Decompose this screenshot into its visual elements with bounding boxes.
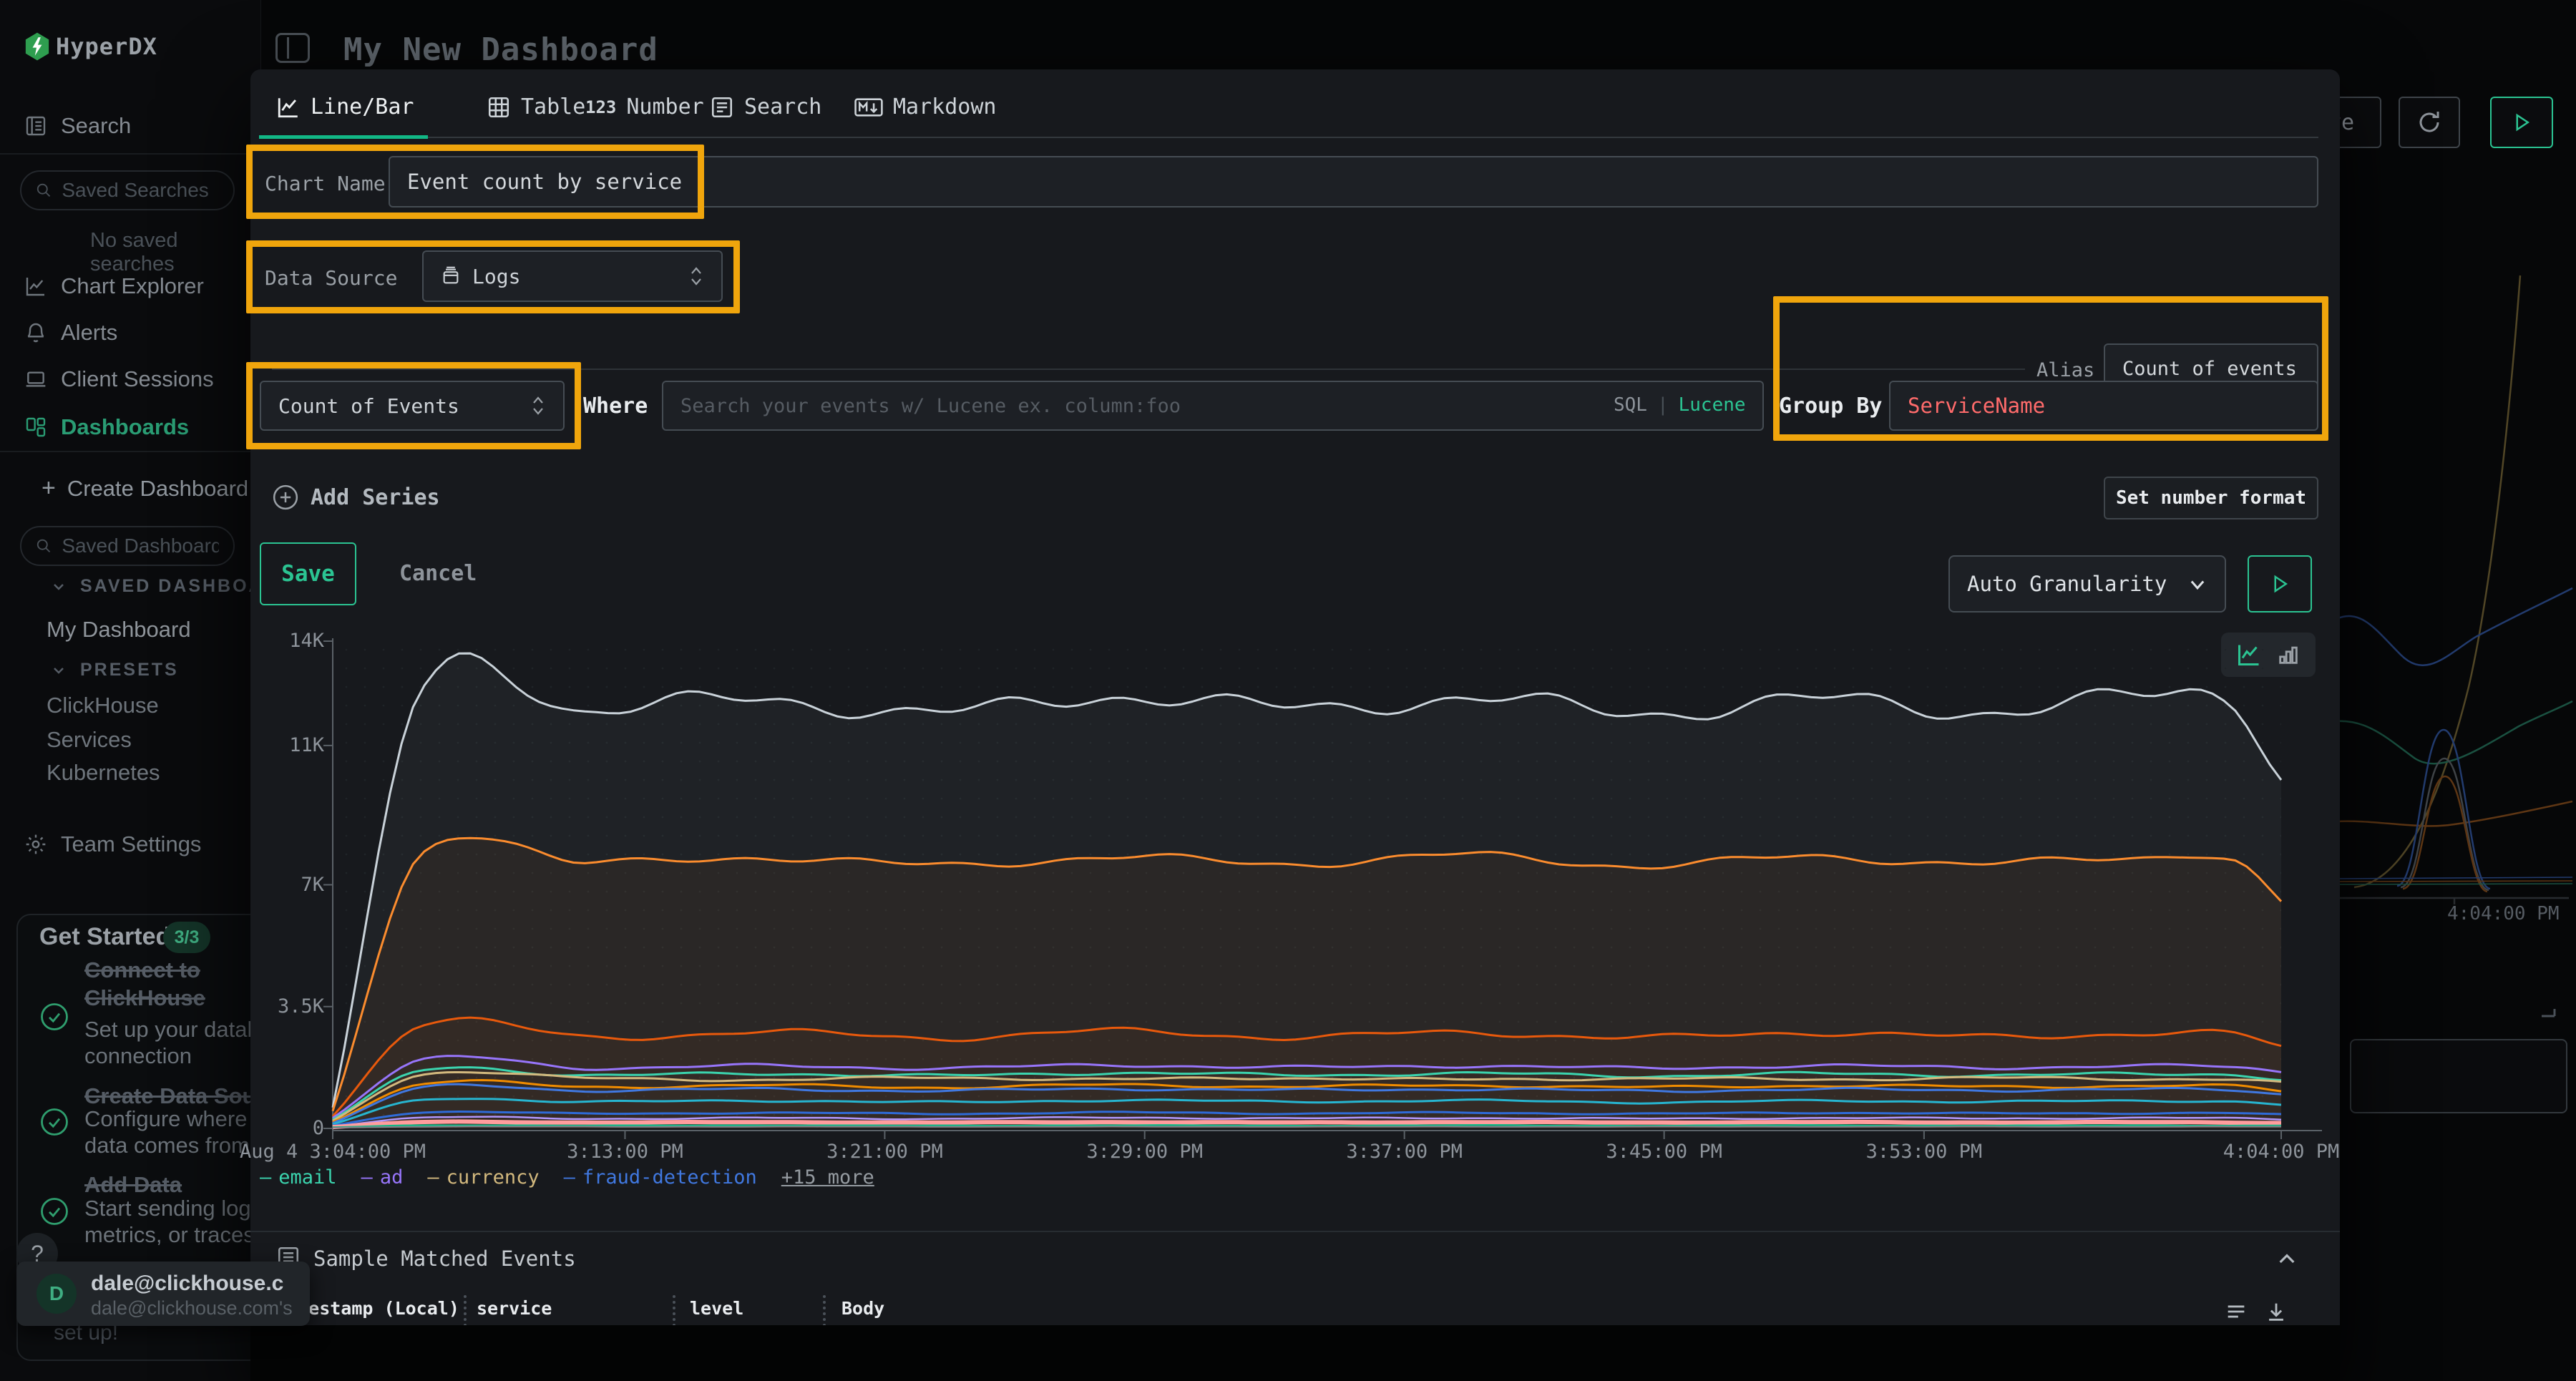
legend-item[interactable]: —email	[260, 1166, 337, 1189]
x-axis-tick-label: 4:04:00 PM	[2160, 1141, 2403, 1163]
chevron-down-icon	[2187, 574, 2207, 594]
tab-number[interactable]: 123 Number	[585, 94, 704, 119]
tabs-divider	[428, 137, 2318, 138]
column-header-level[interactable]: level	[690, 1298, 743, 1319]
search-list-icon	[710, 95, 734, 119]
x-axis-tick-label: 3:21:00 PM	[763, 1141, 1006, 1163]
column-separator[interactable]	[823, 1295, 826, 1327]
legend-swatch: —	[427, 1166, 439, 1189]
y-axis-tick-label: 0	[217, 1117, 324, 1139]
where-search-input[interactable]	[662, 381, 1764, 431]
download-icon[interactable]	[2264, 1299, 2288, 1324]
legend-more-link[interactable]: +15 more	[781, 1166, 874, 1189]
user-email: dale@clickhouse.c	[91, 1272, 283, 1296]
preview-chart-canvas	[308, 630, 2376, 1173]
user-menu-chip[interactable]: D dale@clickhouse.c dale@clickhouse.com'…	[16, 1262, 310, 1326]
cancel-button[interactable]: Cancel	[399, 561, 477, 586]
row-density-icon[interactable]	[2224, 1299, 2248, 1324]
lucene-toggle[interactable]: Lucene	[1679, 394, 1746, 416]
table-icon	[487, 95, 511, 119]
play-icon	[2269, 573, 2290, 595]
sample-events-title: Sample Matched Events	[313, 1246, 576, 1271]
chart-legend: —email —ad —currency —fraud-detection +1…	[260, 1166, 874, 1189]
table-body-area	[250, 1325, 2340, 1381]
section-divider	[250, 1231, 2340, 1232]
annotation-box-group-by	[1773, 296, 2328, 441]
legend-swatch: —	[361, 1166, 373, 1189]
number-123-icon: 123	[585, 97, 616, 117]
y-axis-tick-label: 3.5K	[217, 995, 324, 1018]
preview-run-button[interactable]	[2248, 555, 2312, 613]
x-axis-tick-label: 3:45:00 PM	[1543, 1141, 1786, 1163]
legend-item[interactable]: —ad	[361, 1166, 404, 1189]
active-tab-underline	[259, 135, 428, 139]
add-series-button[interactable]: Add Series	[272, 484, 440, 511]
legend-item[interactable]: —currency	[427, 1166, 539, 1189]
column-separator[interactable]	[673, 1295, 675, 1327]
preview-chart: 03.5K7K11K14KAug 4 3:04:00 PM3:13:00 PM3…	[308, 630, 2376, 1209]
plus-circle-icon	[272, 484, 299, 511]
legend-item[interactable]: —fraud-detection	[564, 1166, 757, 1189]
sql-toggle[interactable]: SQL	[1614, 394, 1647, 416]
y-axis-tick-label: 14K	[217, 630, 324, 652]
tab-markdown[interactable]: Markdown	[854, 94, 997, 119]
x-axis-tick-label: 3:13:00 PM	[503, 1141, 746, 1163]
where-label: Where	[583, 394, 648, 419]
column-separator[interactable]	[464, 1295, 467, 1327]
annotation-box-aggregation	[246, 362, 581, 449]
column-header-service[interactable]: service	[477, 1298, 552, 1319]
column-header-body[interactable]: Body	[841, 1298, 884, 1319]
y-axis-tick-label: 11K	[217, 734, 324, 756]
user-workspace: dale@clickhouse.com's	[91, 1297, 293, 1319]
line-chart-icon	[276, 95, 301, 119]
tab-table[interactable]: Table	[487, 94, 585, 119]
query-language-switch: SQL | Lucene	[1614, 394, 1746, 416]
legend-swatch: —	[564, 1166, 575, 1189]
tab-search[interactable]: Search	[710, 94, 821, 119]
x-axis-tick-label: 3:29:00 PM	[1023, 1141, 1267, 1163]
legend-swatch: —	[260, 1166, 271, 1189]
x-axis-tick-label: 3:53:00 PM	[1802, 1141, 2046, 1163]
save-button[interactable]: Save	[260, 542, 356, 605]
tab-line-bar[interactable]: Line/Bar	[276, 94, 414, 119]
x-axis-tick-label: 3:37:00 PM	[1283, 1141, 1526, 1163]
granularity-select[interactable]: Auto Granularity	[1948, 555, 2226, 613]
avatar: D	[36, 1274, 77, 1314]
set-number-format-button[interactable]: Set number format	[2104, 477, 2318, 519]
markdown-icon	[854, 95, 883, 119]
annotation-box-data-source	[246, 240, 740, 313]
y-axis-tick-label: 7K	[217, 874, 324, 896]
x-axis-tick-label: Aug 4 3:04:00 PM	[211, 1141, 454, 1163]
collapse-chevron-up-icon[interactable]	[2275, 1248, 2298, 1271]
annotation-box-chart-name	[246, 145, 704, 219]
